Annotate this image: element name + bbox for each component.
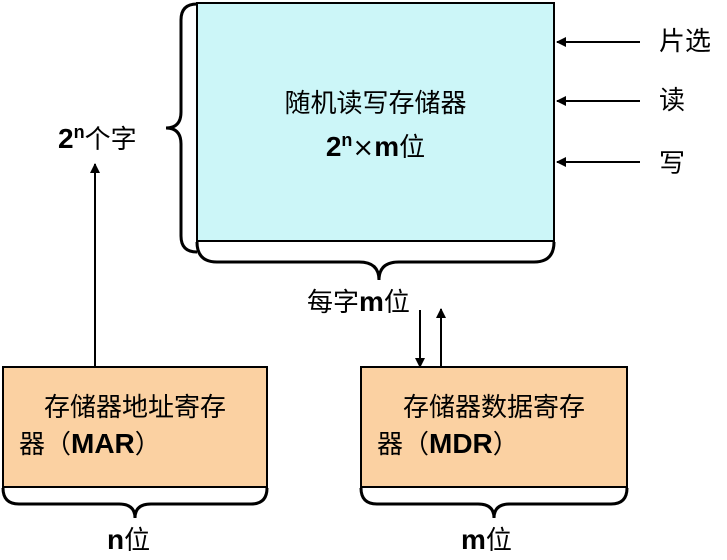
word-count-brace [165, 2, 198, 254]
mdr-width-suffix: 位 [485, 526, 512, 556]
ram-size: 2n×m位 [197, 122, 554, 166]
word-count-base: 2 [58, 123, 74, 154]
word-count-exp: n [73, 122, 85, 142]
ram-size-unit: 位 [399, 133, 426, 163]
ram-size-times: × [352, 133, 375, 163]
ram-size-m: m [374, 131, 400, 162]
word-width-label: 每字m位 [307, 286, 410, 319]
mdr-width-brace [359, 487, 629, 519]
word-width-suffix: 位 [383, 288, 410, 318]
word-count-label: 2n个字 [58, 117, 137, 155]
mdr-label: 存储器数据寄存 器（MDR） [361, 390, 627, 463]
read-label: 读 [659, 86, 686, 116]
mar-line2-suffix: ） [134, 430, 161, 460]
ram-size-exp: n [341, 130, 353, 150]
mdr-line2: 器（MDR） [361, 426, 627, 463]
mar-label: 存储器地址寄存 器（MAR） [3, 390, 267, 463]
mar-abbrev: MAR [71, 428, 135, 459]
mdr-width-label: m位 [461, 524, 512, 557]
write-label: 写 [659, 149, 686, 179]
word-width-brace [195, 241, 556, 281]
mar-width-label: n位 [107, 524, 151, 557]
mar-width-suffix: 位 [124, 526, 151, 556]
mdr-line2-suffix: ） [492, 430, 519, 460]
word-count-suffix: 个字 [84, 125, 137, 155]
mdr-width-m: m [461, 524, 486, 555]
mar-line2-prefix: 器（ [19, 430, 72, 460]
ram-label: 随机读写存储器 2n×m位 [197, 86, 554, 166]
mar-width-n: n [107, 524, 125, 555]
mdr-line1: 存储器数据寄存 [402, 393, 585, 423]
mar-width-brace [1, 487, 269, 519]
memory-diagram [1, 2, 640, 519]
ram-title: 随机读写存储器 [284, 89, 467, 119]
mar-line1: 存储器地址寄存 [43, 393, 226, 423]
word-width-m: m [359, 286, 384, 317]
mdr-line2-prefix: 器（ [377, 430, 430, 460]
mar-line2: 器（MAR） [3, 426, 267, 463]
ram-size-base: 2 [325, 131, 342, 162]
mdr-abbrev: MDR [429, 428, 493, 459]
word-width-prefix: 每字 [307, 288, 360, 318]
chip-select-label: 片选 [659, 27, 712, 57]
